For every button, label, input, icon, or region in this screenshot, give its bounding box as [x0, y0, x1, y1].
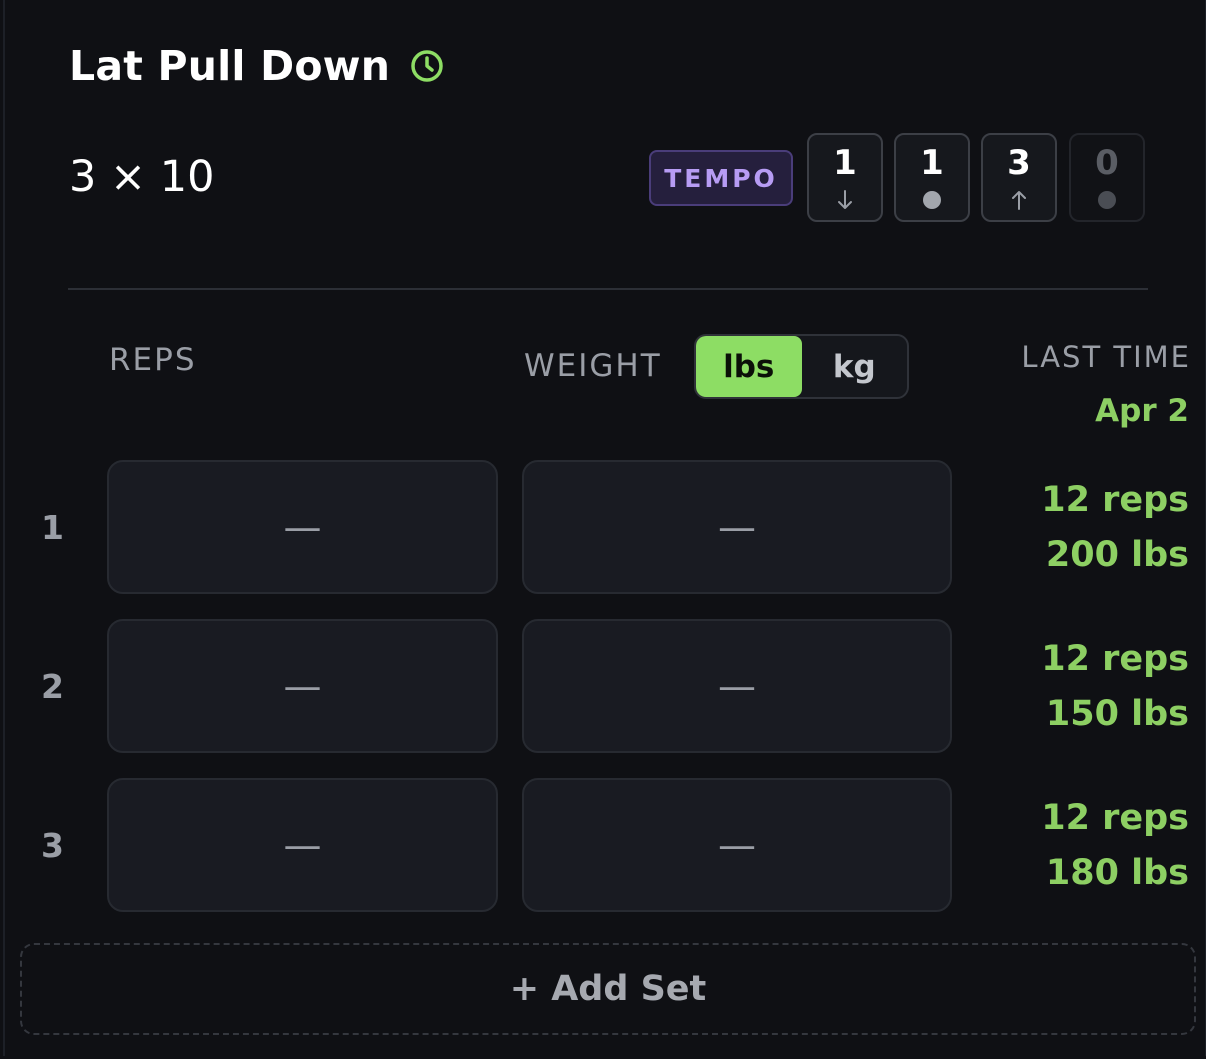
tempo-pause-bottom[interactable]: 1	[894, 133, 970, 222]
clock-icon[interactable]	[410, 49, 444, 83]
sets-reps-target: 3 × 10	[69, 152, 215, 202]
weight-input[interactable]: —	[522, 460, 952, 594]
tempo-value: 1	[920, 143, 944, 183]
tempo-badge: TEMPO	[649, 150, 793, 206]
last-reps: 12 reps	[1041, 480, 1189, 520]
unit-option-lbs[interactable]: lbs	[696, 336, 802, 397]
add-set-button[interactable]: + Add Set	[20, 943, 1196, 1035]
tempo-value: 3	[1007, 143, 1031, 183]
reps-column-label: REPS	[109, 342, 197, 378]
set-number: 2	[41, 667, 64, 706]
weight-column-label: WEIGHT	[524, 348, 662, 384]
last-weight: 200 lbs	[1045, 535, 1189, 575]
tempo-eccentric[interactable]: 1	[807, 133, 883, 222]
last-weight: 180 lbs	[1045, 853, 1189, 893]
pause-dot-icon	[1096, 189, 1118, 211]
weight-input[interactable]: —	[522, 619, 952, 753]
title-row: Lat Pull Down	[69, 42, 444, 90]
last-reps: 12 reps	[1041, 639, 1189, 679]
set-number: 1	[41, 508, 64, 547]
last-time-set-1: 12 reps 200 lbs	[1041, 473, 1189, 583]
last-session-date: Apr 2	[1095, 393, 1189, 429]
reps-input[interactable]: —	[107, 778, 498, 912]
weight-input[interactable]: —	[522, 778, 952, 912]
arrow-up-icon	[1008, 189, 1030, 211]
last-time-column-label: LAST TIME	[1021, 340, 1191, 374]
last-time-set-2: 12 reps 150 lbs	[1041, 632, 1189, 742]
last-time-set-3: 12 reps 180 lbs	[1041, 791, 1189, 901]
reps-input[interactable]: —	[107, 619, 498, 753]
last-weight: 150 lbs	[1045, 694, 1189, 734]
exercise-title: Lat Pull Down	[69, 42, 391, 90]
tempo-value: 1	[833, 143, 857, 183]
last-reps: 12 reps	[1041, 798, 1189, 838]
tempo-concentric[interactable]: 3	[981, 133, 1057, 222]
pause-dot-icon	[921, 189, 943, 211]
unit-option-kg[interactable]: kg	[802, 336, 908, 397]
tempo-value: 0	[1095, 143, 1119, 183]
tempo-pause-top[interactable]: 0	[1069, 133, 1145, 222]
unit-toggle[interactable]: lbs kg	[694, 334, 909, 399]
exercise-card: Lat Pull Down 3 × 10 TEMPO 1 1 3 0 REPS …	[3, 0, 1206, 1056]
reps-input[interactable]: —	[107, 460, 498, 594]
arrow-down-icon	[834, 189, 856, 211]
divider	[68, 288, 1148, 290]
set-number: 3	[41, 826, 64, 865]
